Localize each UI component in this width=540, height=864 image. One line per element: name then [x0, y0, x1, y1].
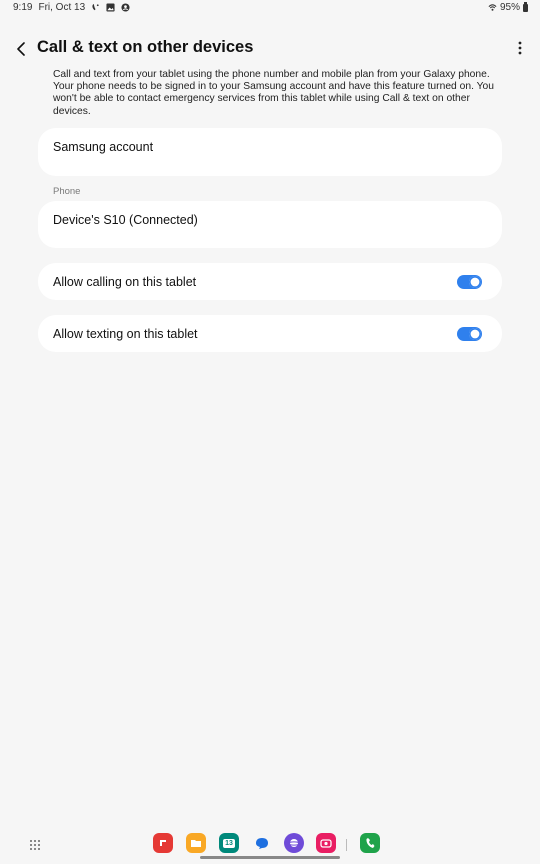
- flipboard-icon[interactable]: [153, 833, 173, 853]
- chevron-left-icon: [17, 42, 25, 56]
- screen-recorder-icon[interactable]: [316, 833, 336, 853]
- allow-calling-toggle[interactable]: [457, 275, 482, 289]
- calendar-icon[interactable]: 13: [219, 833, 239, 853]
- more-options-button[interactable]: [512, 38, 528, 58]
- status-left: 9:19 Fri, Oct 13: [13, 2, 130, 13]
- phone-icon[interactable]: [360, 833, 380, 853]
- dock-divider: [346, 839, 347, 851]
- page-title: Call & text on other devices: [37, 38, 254, 56]
- home-indicator[interactable]: [200, 856, 340, 859]
- status-right: 95%: [488, 1, 528, 13]
- folder-glyph: [191, 840, 201, 847]
- feature-description: Call and text from your tablet using the…: [53, 69, 494, 117]
- samsung-account-item[interactable]: Samsung account: [38, 128, 502, 176]
- status-bar: 9:19 Fri, Oct 13 95%: [0, 0, 540, 16]
- phone-device-item[interactable]: Device's S10 (Connected): [38, 201, 502, 248]
- status-date: Fri, Oct 13: [38, 2, 86, 13]
- allow-calling-row[interactable]: Allow calling on this tablet: [38, 263, 502, 300]
- allow-calling-label: Allow calling on this tablet: [53, 275, 197, 289]
- wifi-icon: [488, 4, 497, 11]
- phone-section-label: Phone: [53, 186, 81, 197]
- toggle-knob: [469, 328, 481, 340]
- gallery-icon: [106, 3, 115, 12]
- calendar-day: 13: [223, 838, 235, 848]
- chat-bubble-glyph: [256, 837, 268, 849]
- internet-icon[interactable]: [284, 833, 304, 853]
- my-files-icon[interactable]: [186, 833, 206, 853]
- account-icon: [121, 3, 130, 12]
- handset-glyph: [366, 838, 375, 848]
- allow-texting-row[interactable]: Allow texting on this tablet: [38, 315, 502, 352]
- flipboard-glyph: [160, 840, 166, 846]
- app-drawer-button[interactable]: [29, 838, 41, 850]
- battery-percent: 95%: [499, 2, 520, 13]
- allow-texting-label: Allow texting on this tablet: [53, 327, 198, 341]
- app-drawer-icon: [30, 840, 40, 850]
- toggle-knob: [469, 276, 481, 288]
- planet-glyph: [288, 839, 300, 847]
- more-vertical-icon: [518, 41, 522, 55]
- allow-texting-toggle[interactable]: [457, 327, 482, 341]
- back-button[interactable]: [8, 36, 34, 62]
- battery-icon: [523, 1, 528, 12]
- call-forward-icon: [92, 3, 99, 11]
- samsung-account-label: Samsung account: [53, 140, 154, 154]
- camera-glyph: [320, 839, 332, 848]
- phone-device-label: Device's S10 (Connected): [53, 213, 198, 227]
- app-header: Call & text on other devices: [0, 30, 540, 66]
- status-time: 9:19: [13, 2, 33, 13]
- messages-icon[interactable]: [252, 833, 272, 853]
